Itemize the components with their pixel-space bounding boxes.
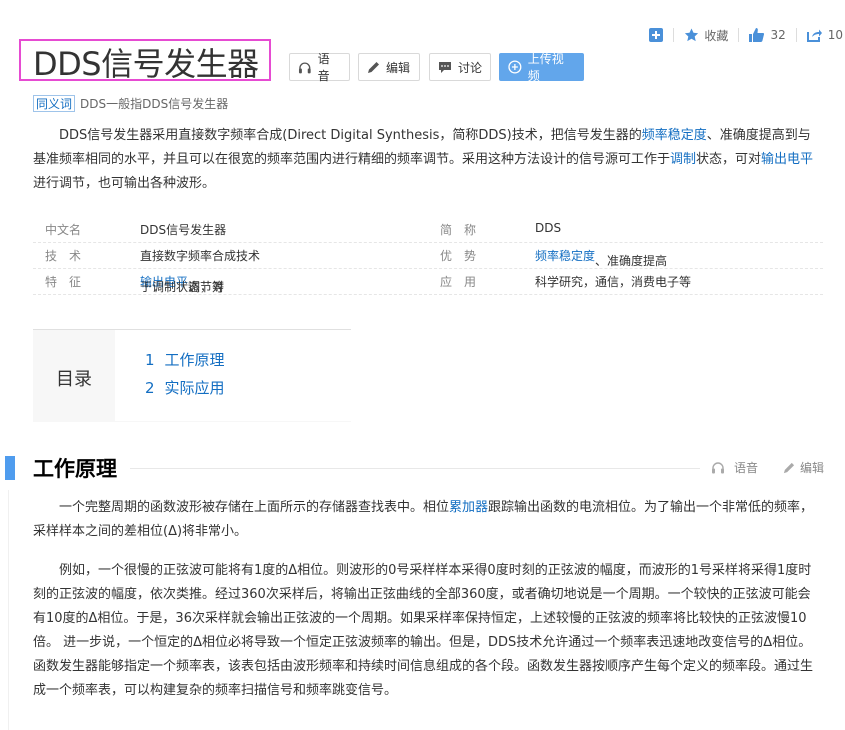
paragraph-text: 一个完整周期的函数波形被存储在上面所示的存储器查找表中。相位 <box>59 500 450 515</box>
divider <box>673 28 675 42</box>
share-button[interactable]: 10 <box>806 28 843 42</box>
summary-paragraph: DDS信号发生器采用直接数字频率合成(Direct Digital Synthe… <box>33 124 823 196</box>
comment-icon <box>439 61 451 73</box>
discuss-button[interactable]: 讨论 <box>429 53 491 81</box>
like-count: 32 <box>770 28 786 42</box>
favorite-button[interactable]: 收藏 <box>684 27 728 44</box>
share-icon <box>806 29 822 42</box>
add-button[interactable] <box>649 28 664 42</box>
toc-item[interactable]: 1 工作原理 <box>145 349 225 370</box>
info-key: 优 势 <box>440 249 477 263</box>
info-value: 直接数字频率合成技术 <box>140 249 261 263</box>
info-key: 技 术 <box>45 249 82 263</box>
plus-circle-icon <box>508 60 522 74</box>
info-key: 应 用 <box>440 275 477 289</box>
thumbs-up-icon <box>749 28 765 42</box>
title-highlight-box <box>19 39 271 81</box>
synonym-text: DDS一般指DDS信号发生器 <box>80 97 229 111</box>
toc-item-label: 实际应用 <box>164 379 225 397</box>
section-marker <box>5 456 15 480</box>
info-key: 特 征 <box>45 275 82 289</box>
link-frequency-stability[interactable]: 频率稳定度 <box>642 128 707 143</box>
toc-list <box>115 330 351 421</box>
pencil-icon <box>368 61 379 73</box>
info-value: 于调制状态，对 输出电平 调节等 <box>140 273 224 294</box>
info-row: 技 术 直接数字频率合成技术 优 势 频率稳定度 、准确度提高 <box>33 242 823 269</box>
synonym-tag[interactable]: 同义词 <box>33 95 76 112</box>
summary-text: 进行调节，也可输出各种波形。 <box>33 176 216 191</box>
section-title: 工作原理 <box>33 457 117 481</box>
info-row: 中文名 DDS信号发生器 简 称 DDS <box>33 216 823 243</box>
toc-item[interactable]: 2 实际应用 <box>145 377 225 398</box>
edit-button-label: 编辑 <box>386 60 411 75</box>
link-frequency-stability[interactable]: 频率稳定度 <box>535 249 595 263</box>
info-value: DDS信号发生器 <box>140 223 227 237</box>
section-voice-label: 语音 <box>734 461 759 475</box>
link-output-level[interactable]: 输出电平 <box>761 152 813 167</box>
divider <box>795 28 797 42</box>
section-paragraph: 例如，一个很慢的正弦波可能将有1度的Δ相位。则波形的0号采样样本采得0度时刻的正… <box>33 563 814 698</box>
toc-item-number: 2 <box>145 379 155 397</box>
edit-button[interactable]: 编辑 <box>358 53 420 81</box>
info-row: 特 征 于调制状态，对 输出电平 调节等 应 用 科学研究，通信，消费电子等 <box>33 268 823 295</box>
info-value: 科学研究，通信，消费电子等 <box>535 275 692 289</box>
share-count: 10 <box>827 28 843 42</box>
upload-video-button[interactable]: 上传视频 <box>499 52 584 83</box>
upload-video-label: 上传视频 <box>527 52 564 83</box>
info-key: 中文名 <box>45 223 82 237</box>
info-value: DDS <box>535 221 562 235</box>
info-value-text: 调节等 <box>188 280 225 294</box>
info-value-text: 、准确度提高 <box>595 254 668 268</box>
section-voice-button[interactable]: 语音 <box>711 459 758 476</box>
info-key: 简 称 <box>440 223 477 237</box>
favorite-label: 收藏 <box>704 28 729 43</box>
pencil-icon <box>783 462 795 473</box>
toc-item-label: 工作原理 <box>164 351 225 369</box>
divider <box>738 28 740 42</box>
summary-text: DDS信号发生器采用直接数字频率合成(Direct Digital Synthe… <box>59 128 642 143</box>
top-actions: 收藏 32 10 <box>639 24 843 46</box>
headphones-icon <box>712 462 724 474</box>
info-value: 频率稳定度 、准确度提高 <box>535 247 667 268</box>
link-modulation[interactable]: 调制 <box>670 152 696 167</box>
left-rule <box>8 490 9 730</box>
voice-button-label: 语音 <box>317 52 330 83</box>
voice-button[interactable]: 语音 <box>289 52 350 83</box>
link-accumulator[interactable]: 累加器 <box>449 500 488 515</box>
plus-square-icon <box>649 28 664 42</box>
section-edit-button[interactable]: 编辑 <box>783 459 824 476</box>
section-paragraph: 一个完整周期的函数波形被存储在上面所示的存储器查找表中。相位累加器跟踪输出函数的… <box>33 496 823 544</box>
toc-label: 目录 <box>56 369 92 390</box>
discuss-button-label: 讨论 <box>458 60 483 75</box>
like-button[interactable]: 32 <box>749 28 786 42</box>
section-divider <box>130 468 700 469</box>
toc-item-number: 1 <box>145 351 155 369</box>
star-icon <box>685 28 699 42</box>
section-edit-label: 编辑 <box>800 461 825 475</box>
summary-text: 状态，可对 <box>696 152 762 167</box>
headphones-icon <box>298 62 311 73</box>
